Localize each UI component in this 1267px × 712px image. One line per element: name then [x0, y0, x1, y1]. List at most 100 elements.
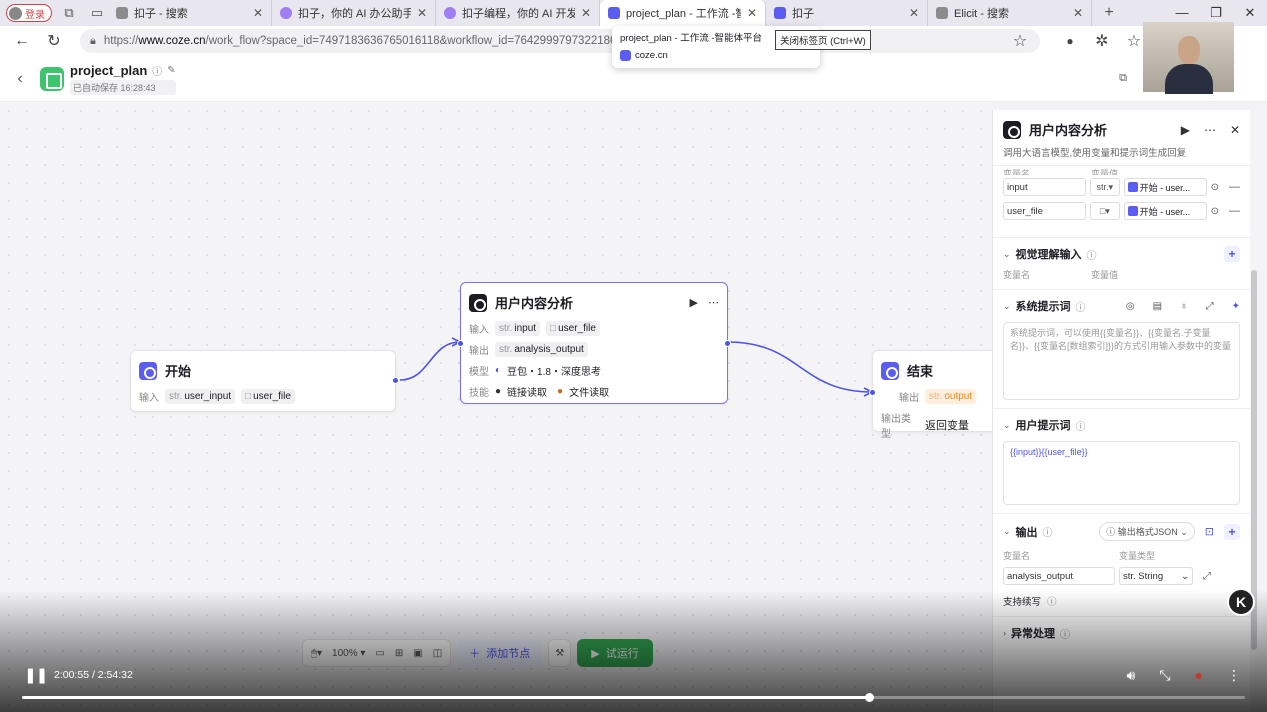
- layout-icon[interactable]: ⊞: [395, 648, 403, 659]
- col-name: 变量名: [1003, 169, 1031, 175]
- url-host: www.coze.cn: [138, 35, 206, 47]
- type-select[interactable]: □ ▾: [1089, 202, 1120, 220]
- tab-kouzi-office[interactable]: 扣子，你的 AI 办公助手 ✕: [272, 0, 436, 26]
- output-port[interactable]: [392, 377, 399, 384]
- close-icon[interactable]: ✕: [253, 6, 263, 20]
- record-icon[interactable]: ●: [1195, 667, 1203, 683]
- type-select[interactable]: str. ▾: [1089, 178, 1120, 196]
- video-progress-handle[interactable]: [865, 693, 875, 702]
- node-end[interactable]: 结束 输出 str. output 输出类型 返回变量: [869, 350, 998, 440]
- bulb-icon[interactable]: ♁: [1180, 301, 1188, 312]
- output-var-name-input[interactable]: analysis_output: [1003, 567, 1115, 585]
- section-title: 用户提示词: [1015, 420, 1071, 432]
- info-icon[interactable]: ⓘ: [1076, 418, 1086, 433]
- compass-icon[interactable]: ◎: [1126, 301, 1135, 312]
- comment-icon[interactable]: ▭: [375, 648, 384, 659]
- close-icon[interactable]: ✕: [909, 6, 919, 20]
- input-port[interactable]: [457, 340, 464, 347]
- mouse-mode-icon[interactable]: 🖱︎▾: [311, 648, 322, 659]
- image-icon[interactable]: ▣: [413, 648, 422, 659]
- input-port[interactable]: [869, 389, 876, 396]
- settings-icon[interactable]: ⊙: [1211, 206, 1219, 217]
- info-icon[interactable]: ⓘ: [1087, 247, 1097, 262]
- add-icon[interactable]: +: [1224, 523, 1240, 540]
- login-button[interactable]: 登录: [6, 4, 52, 22]
- close-icon[interactable]: ✕: [1073, 6, 1083, 20]
- edit-icon[interactable]: ✎: [167, 65, 175, 76]
- wrench-icon[interactable]: ⚒: [555, 648, 564, 659]
- pause-icon[interactable]: ❚❚: [24, 666, 48, 684]
- back-icon[interactable]: ←: [6, 32, 38, 50]
- window-close-icon[interactable]: ✕: [1233, 5, 1267, 21]
- new-tab-icon[interactable]: +: [1098, 2, 1120, 24]
- node-llm[interactable]: 用户内容分析 ▶ ⋯ 输入 str. input □ user_file 输出 st…: [457, 282, 731, 404]
- extensions-icon[interactable]: ✲: [1086, 31, 1118, 51]
- tab-kouzi-coding[interactable]: 扣子编程，你的 AI 开发伙伴， ✕: [436, 0, 600, 26]
- url-field[interactable]: 🔒︎ https:// www.coze.cn /work_flow?space…: [80, 29, 1040, 53]
- info-icon[interactable]: ⓘ: [1076, 299, 1086, 314]
- workflow-canvas[interactable]: 开始 输入 str. user_input □ user_file 用户内容分析 ▶…: [0, 102, 998, 712]
- settings-icon[interactable]: ⊙: [1211, 182, 1219, 193]
- volume-icon[interactable]: 🔊︎: [1127, 667, 1136, 684]
- var-ref-field[interactable]: 开始 - user...: [1123, 202, 1207, 220]
- skill-item: 文件读取: [569, 388, 610, 399]
- more-icon[interactable]: ⋯: [1204, 123, 1216, 137]
- play-icon[interactable]: ▶: [690, 296, 698, 309]
- var-name-input[interactable]: user_file: [1003, 202, 1086, 220]
- chevron-down-icon[interactable]: ⌄: [1003, 420, 1011, 431]
- expand-icon[interactable]: ⤢: [1203, 571, 1211, 582]
- add-icon[interactable]: +: [1224, 246, 1240, 262]
- exit-fullscreen-icon[interactable]: ⤡: [1159, 667, 1170, 684]
- chevron-down-icon[interactable]: ⌄: [1003, 249, 1011, 260]
- hover-card-domain: coze.cn: [635, 50, 668, 61]
- minimize-icon[interactable]: —: [1165, 5, 1199, 21]
- system-prompt-textarea[interactable]: 系统提示词，可以使用{{变量名}}、{{变量名.子变量名}}、{{变量名[数组索…: [1003, 322, 1240, 400]
- reload-icon[interactable]: ↻: [38, 31, 70, 51]
- restore-icon[interactable]: ❐: [1199, 5, 1233, 21]
- remove-icon[interactable]: —: [1229, 181, 1240, 193]
- visual-columns: 变量名 变量值: [1003, 262, 1240, 281]
- tab-actions-icon[interactable]: ▭: [86, 2, 108, 24]
- tab-search-kouzi[interactable]: 扣子 - 搜索 ✕: [108, 0, 272, 26]
- panel-scrollbar[interactable]: [1251, 110, 1257, 712]
- play-icon[interactable]: ▶: [1181, 123, 1190, 137]
- minimap-icon[interactable]: ◫: [433, 648, 442, 659]
- browser-tab-bar: 登录 ⧉ ▭ 扣子 - 搜索 ✕ 扣子，你的 AI 办公助手 ✕ 扣子编程，你的…: [0, 0, 1267, 26]
- input-chip: □ user_file: [241, 389, 295, 404]
- info-icon[interactable]: ⓘ: [1047, 594, 1057, 608]
- more-icon[interactable]: ⋯: [708, 296, 719, 309]
- favorite-star-icon[interactable]: ☆: [1004, 31, 1036, 51]
- tab-kouzi[interactable]: 扣子 ✕: [766, 0, 928, 26]
- ai-optimize-icon[interactable]: ✦: [1232, 301, 1240, 312]
- more-vertical-icon[interactable]: ⋮: [1227, 667, 1241, 684]
- user-prompt-textarea[interactable]: {{input}}{{user_file}}: [1003, 441, 1240, 505]
- tab-elicit-search[interactable]: Elicit - 搜索 ✕: [928, 0, 1092, 26]
- node-start[interactable]: 开始 输入 str. user_input □ user_file: [130, 350, 399, 412]
- output-port[interactable]: [724, 340, 731, 347]
- info-icon[interactable]: ⓘ: [1043, 524, 1053, 539]
- var-name-input[interactable]: input: [1003, 178, 1086, 196]
- library-icon[interactable]: ▤: [1153, 301, 1162, 312]
- import-icon[interactable]: ⊡: [1205, 525, 1214, 538]
- output-format-select[interactable]: ⓘ 输出格式JSON ⌄: [1099, 522, 1195, 541]
- chevron-right-icon[interactable]: ›: [1003, 628, 1006, 638]
- video-progress-track[interactable]: [22, 693, 1245, 702]
- close-icon[interactable]: ✕: [1230, 123, 1240, 137]
- zoom-select[interactable]: 100% ▾: [332, 648, 365, 659]
- close-icon[interactable]: ✕: [581, 6, 591, 20]
- chevron-left-icon[interactable]: ‹: [0, 70, 40, 88]
- chevron-down-icon[interactable]: ⌄: [1003, 301, 1011, 312]
- close-icon[interactable]: ✕: [417, 6, 427, 20]
- remove-icon[interactable]: —: [1229, 205, 1240, 217]
- copy-icon[interactable]: ⧉: [1119, 72, 1127, 85]
- close-icon[interactable]: ✕: [747, 6, 757, 20]
- workspaces-icon[interactable]: ⧉: [58, 2, 80, 24]
- tab-project-plan[interactable]: project_plan - 工作流 -智能体 ✕: [600, 0, 766, 26]
- var-ref-field[interactable]: 开始 - user...: [1123, 178, 1207, 196]
- info-icon[interactable]: ⓘ: [1060, 626, 1070, 641]
- expand-icon[interactable]: ⤢: [1206, 301, 1214, 312]
- chevron-down-icon[interactable]: ⌄: [1003, 526, 1011, 537]
- output-type-select[interactable]: str. String ⌄: [1119, 567, 1193, 585]
- extension-k-icon[interactable]: ●: [1054, 34, 1086, 48]
- info-icon[interactable]: ⓘ: [152, 63, 162, 78]
